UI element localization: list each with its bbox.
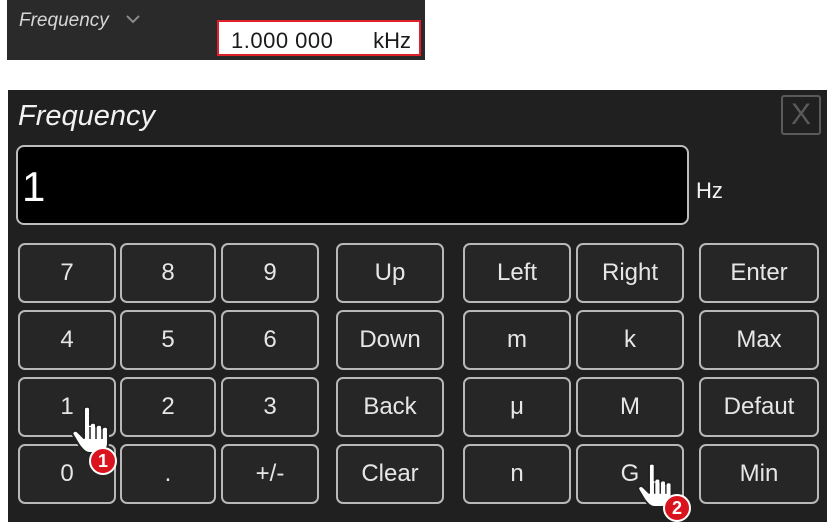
frequency-unit: kHz bbox=[373, 28, 411, 53]
up-button[interactable]: Up bbox=[336, 243, 444, 303]
unit-milli-button[interactable]: m bbox=[463, 310, 571, 370]
close-button[interactable]: X bbox=[781, 95, 821, 135]
callout-badge-1: 1 bbox=[89, 447, 117, 475]
entry-unit: Hz bbox=[696, 178, 723, 203]
frequency-value: 1.000 000 bbox=[231, 28, 334, 53]
right-button[interactable]: Right bbox=[576, 243, 684, 303]
callout-badge-2: 2 bbox=[663, 494, 691, 522]
unit-kilo-button[interactable]: k bbox=[576, 310, 684, 370]
enter-button[interactable]: Enter bbox=[699, 243, 819, 303]
key-9[interactable]: 9 bbox=[221, 243, 319, 303]
default-button[interactable]: Defaut bbox=[699, 377, 819, 437]
unit-micro-button[interactable]: μ bbox=[463, 377, 571, 437]
key-8[interactable]: 8 bbox=[120, 243, 216, 303]
key-4[interactable]: 4 bbox=[18, 310, 116, 370]
key-plus-minus[interactable]: +/- bbox=[221, 444, 319, 504]
frequency-value-field[interactable]: 1.000 000 kHz bbox=[217, 20, 421, 56]
key-6[interactable]: 6 bbox=[221, 310, 319, 370]
max-button[interactable]: Max bbox=[699, 310, 819, 370]
unit-mega-button[interactable]: M bbox=[576, 377, 684, 437]
key-2[interactable]: 2 bbox=[120, 377, 216, 437]
key-7[interactable]: 7 bbox=[18, 243, 116, 303]
entry-value: 1 bbox=[22, 163, 46, 210]
parameter-label: Frequency bbox=[19, 10, 109, 31]
back-button[interactable]: Back bbox=[336, 377, 444, 437]
keypad-dialog: Frequency X 1 Hz 7 8 9 4 5 6 1 2 3 0 . +… bbox=[8, 90, 827, 522]
key-decimal-point[interactable]: . bbox=[120, 444, 216, 504]
clear-button[interactable]: Clear bbox=[336, 444, 444, 504]
left-button[interactable]: Left bbox=[463, 243, 571, 303]
min-button[interactable]: Min bbox=[699, 444, 819, 504]
down-button[interactable]: Down bbox=[336, 310, 444, 370]
callout-number-2: 2 bbox=[671, 498, 682, 518]
unit-nano-button[interactable]: n bbox=[463, 444, 571, 504]
key-5[interactable]: 5 bbox=[120, 310, 216, 370]
chevron-down-icon[interactable] bbox=[124, 12, 142, 26]
key-3[interactable]: 3 bbox=[221, 377, 319, 437]
dialog-title: Frequency bbox=[18, 100, 156, 132]
callout-number-1: 1 bbox=[97, 451, 108, 471]
parameter-bar: Frequency 1.000 000 kHz bbox=[7, 0, 425, 60]
entry-display[interactable]: 1 bbox=[16, 145, 689, 225]
